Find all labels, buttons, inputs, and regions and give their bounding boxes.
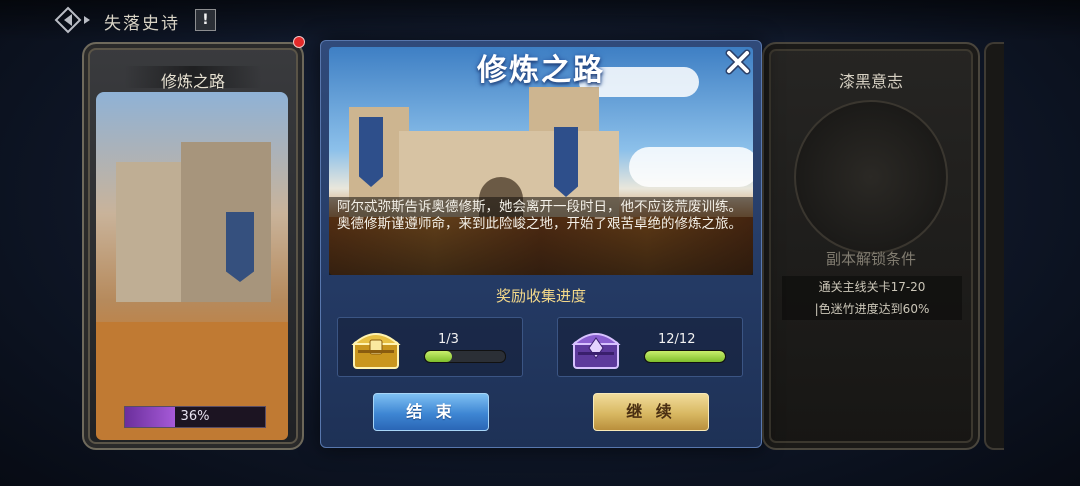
story-line: 阿尔忒弥斯告诉奥德修斯，她会离开一段时日，他不应该荒废训练。 xyxy=(337,199,742,215)
purple-chest-icon xyxy=(571,333,621,369)
top-bar: 失落史诗 ! xyxy=(0,0,1080,42)
reward-progress-title: 奖励收集进度 xyxy=(495,287,586,305)
info-icon[interactable]: ! xyxy=(195,9,216,31)
continue-button[interactable]: 继 续 xyxy=(593,393,709,431)
stage-art xyxy=(96,92,288,440)
reward-count: 1/3 xyxy=(438,332,459,347)
gold-chest-icon xyxy=(351,333,401,369)
card-title: 修炼之路 xyxy=(160,72,225,91)
reward-item[interactable]: 12/12 xyxy=(557,317,743,377)
stage-card-edge[interactable] xyxy=(984,42,1004,450)
stage-progress-bar: 36% xyxy=(124,406,266,428)
page-title: 失落史诗 xyxy=(104,14,180,34)
reward-item[interactable]: 1/3 xyxy=(337,317,523,377)
unlock-condition-title: 副本解锁条件 xyxy=(825,250,916,268)
end-button[interactable]: 结 束 xyxy=(373,393,489,431)
back-icon[interactable] xyxy=(52,6,96,34)
card-title: 漆黑意志 xyxy=(838,72,903,91)
close-icon[interactable] xyxy=(723,47,753,77)
unlock-requirement: 通关主线关卡17-20 xyxy=(782,276,962,298)
unlock-requirement: |色迷竹进度达到60% xyxy=(782,298,962,320)
reward-progress-fill xyxy=(645,351,725,362)
reward-progress-bar xyxy=(644,350,726,363)
stage-progress-label: 36% xyxy=(180,409,210,424)
locked-emblem xyxy=(794,100,948,254)
reward-progress-bar xyxy=(424,350,506,363)
stage-dialog: 修炼之路 阿尔忒弥斯告诉奥德修斯，她会离开一段时日，他不应该荒废训练。 奥德修斯… xyxy=(320,40,762,448)
dialog-title: 修炼之路 xyxy=(477,53,605,88)
reward-count: 12/12 xyxy=(658,332,696,347)
notification-dot xyxy=(293,36,305,48)
reward-progress-fill xyxy=(425,351,452,362)
stage-card-left[interactable]: 修炼之路 xyxy=(82,42,304,450)
stage-card-right[interactable]: 漆黑意志 副本解锁条件 通关主线关卡17-20 |色迷竹进度达到60% xyxy=(762,42,980,450)
story-text: 阿尔忒弥斯告诉奥德修斯，她会离开一段时日，他不应该荒废训练。 奥德修斯谨遵师命，… xyxy=(329,197,753,275)
story-line: 奥德修斯谨遵师命，来到此险峻之地，开始了艰苦卓绝的修炼之旅。 xyxy=(337,215,742,232)
